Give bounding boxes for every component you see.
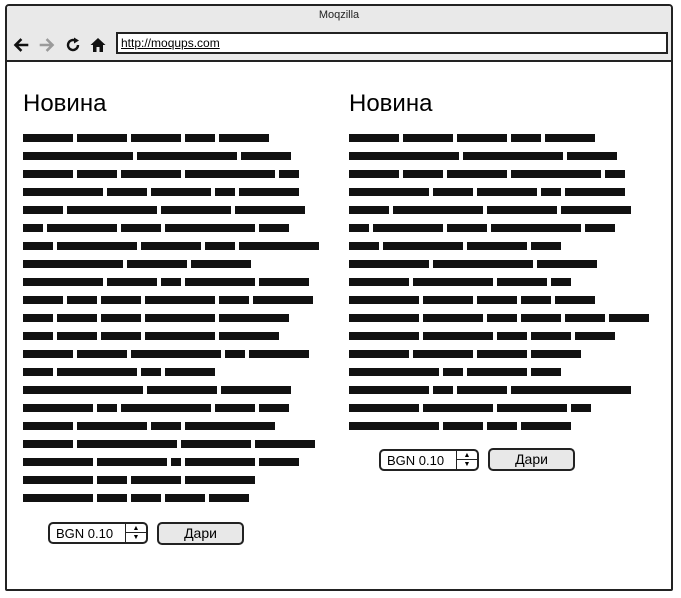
reload-button[interactable] [64,36,82,54]
text-line [23,296,317,304]
page-content: Новина BGN 0.10 ▲ ▼ Дари Новина BGN 0.10… [7,62,671,589]
home-button[interactable] [89,36,107,54]
text-line [349,260,601,268]
text-line [23,458,303,466]
forward-button[interactable] [38,36,56,54]
window-title: Moqzilla [318,9,360,21]
stepper-arrows: ▲ ▼ [456,451,477,469]
donation-amount-stepper[interactable]: BGN 0.10 ▲ ▼ [48,522,148,544]
arrow-left-icon [13,38,29,52]
text-line [23,242,323,250]
text-line [23,152,295,160]
text-line [349,368,565,376]
browser-window: Moqzilla http://moqups.com Новина BGN 0.… [5,4,673,591]
text-line [349,206,635,214]
text-line [349,332,619,340]
text-line [23,332,283,340]
address-url: http://moqups.com [121,36,220,50]
text-line [23,134,273,142]
text-line [23,314,293,322]
stepper-up-icon[interactable]: ▲ [457,451,477,460]
donation-amount-value: BGN 0.10 [56,526,114,541]
text-line [349,224,619,232]
back-button[interactable] [12,36,30,54]
text-line [349,242,565,250]
donate-button[interactable]: Дари [488,448,575,471]
text-line [349,188,629,196]
text-line [349,404,595,412]
text-line [349,296,599,304]
text-line [349,386,635,394]
text-line [23,440,319,448]
text-line [23,170,303,178]
text-line [23,188,303,196]
text-line [349,422,575,430]
arrow-right-icon [39,38,55,52]
text-line [23,476,259,484]
text-line [23,260,255,268]
text-line [23,422,279,430]
text-line [349,350,585,358]
address-bar[interactable]: http://moqups.com [116,32,668,54]
donation-amount-stepper[interactable]: BGN 0.10 ▲ ▼ [379,449,479,471]
text-line [349,314,653,322]
text-line [349,170,629,178]
text-line [23,494,253,502]
stepper-arrows: ▲ ▼ [125,524,146,542]
text-line [23,386,295,394]
text-line [23,278,313,286]
donation-amount-value: BGN 0.10 [387,453,445,468]
text-line [23,224,293,232]
text-line [349,152,621,160]
text-line [23,368,219,376]
text-line [349,278,575,286]
home-icon [90,38,106,52]
reload-icon [66,37,80,52]
text-line [23,404,293,412]
article-title: Новина [349,90,433,117]
text-line [23,206,309,214]
stepper-up-icon[interactable]: ▲ [126,524,146,533]
stepper-down-icon[interactable]: ▼ [457,460,477,469]
browser-titlebar: Moqzilla http://moqups.com [7,6,671,62]
stepper-down-icon[interactable]: ▼ [126,533,146,542]
text-line [23,350,313,358]
text-line [349,134,599,142]
donate-button[interactable]: Дари [157,522,244,545]
article-title: Новина [23,90,107,117]
